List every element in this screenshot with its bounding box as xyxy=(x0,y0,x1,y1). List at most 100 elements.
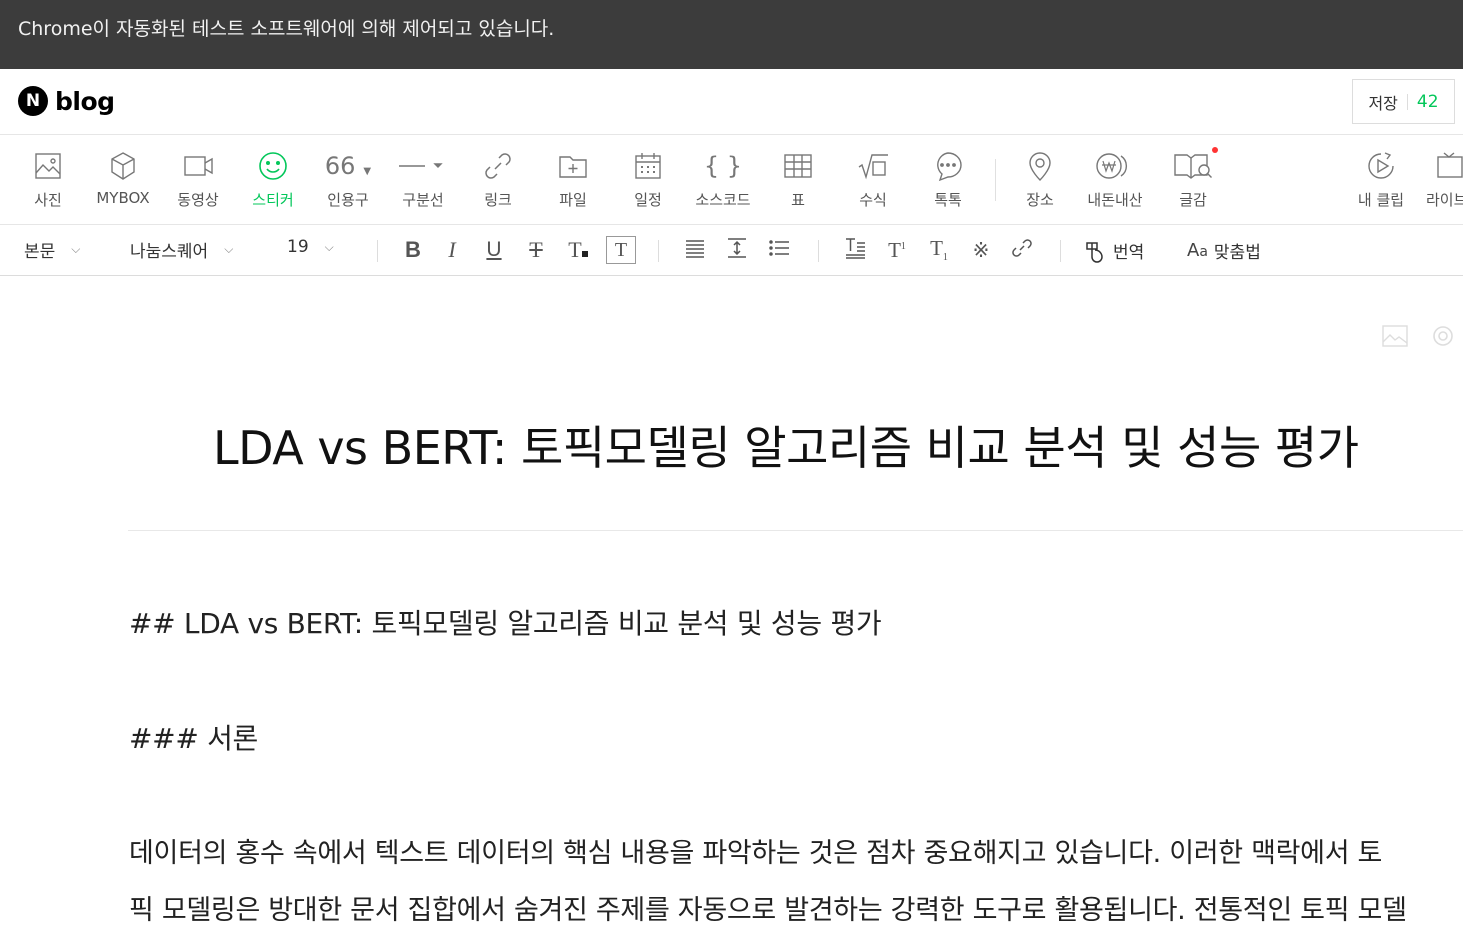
toolbar-video[interactable]: 동영상 xyxy=(158,149,238,210)
paragraph-body-line[interactable]: 데이터의 홍수 속에서 텍스트 데이터의 핵심 내용을 파악하는 것은 점차 중… xyxy=(129,831,1382,870)
strikethrough-button[interactable]: T xyxy=(521,236,551,264)
toolbar-separator xyxy=(995,159,996,201)
strikethrough-icon: T xyxy=(529,237,543,262)
title-divider xyxy=(128,530,1463,531)
talk-icon xyxy=(908,149,988,183)
align-button[interactable] xyxy=(680,236,710,264)
line-height-icon xyxy=(725,236,749,264)
chevron-down-icon: ⌵ xyxy=(71,242,81,256)
toolbar-label: 사진 xyxy=(34,191,62,209)
font-color-icon: T xyxy=(568,237,588,263)
source-code-icon: { } xyxy=(683,149,763,183)
toolbar-source-code[interactable]: { } 소스코드 xyxy=(683,149,763,210)
post-title[interactable]: LDA vs BERT: 토픽모델링 알고리즘 비교 분석 및 성능 평가 xyxy=(213,412,1359,478)
special-char-button[interactable]: ※ xyxy=(966,236,996,264)
save-button[interactable]: 저장 42 xyxy=(1352,79,1455,124)
toolbar-calendar[interactable]: 일정 xyxy=(608,149,688,210)
toolbar-live[interactable]: 라이브 xyxy=(1418,149,1463,210)
toolbar-mybox[interactable]: MYBOX xyxy=(83,149,163,207)
superscript-button[interactable]: T1 xyxy=(882,236,912,264)
toolbar-label: 소스코드 xyxy=(695,191,751,209)
file-icon xyxy=(533,149,613,183)
toolbar-label: 라이브 xyxy=(1426,191,1463,209)
toolbar-label: 내 클립 xyxy=(1357,191,1405,209)
quote-glyph: 66 xyxy=(324,152,356,180)
list-button[interactable] xyxy=(764,236,794,264)
italic-icon: I xyxy=(448,237,456,262)
toolbar-label: 구분선 xyxy=(402,191,444,209)
toolbar-material[interactable]: 글감 xyxy=(1153,149,1233,210)
mybox-icon xyxy=(83,149,163,183)
toolbar-label: 톡톡 xyxy=(934,191,962,209)
logo-text: blog xyxy=(55,86,115,116)
cover-photo-icon[interactable] xyxy=(1380,321,1410,355)
toolbar-formula[interactable]: 수식 xyxy=(833,149,913,210)
translate-label: 번역 xyxy=(1113,243,1145,263)
toolbar-photo[interactable]: 사진 xyxy=(8,149,88,210)
toolbar-quote[interactable]: 66 ▼ 인용구 xyxy=(308,149,388,210)
location-pin-icon xyxy=(1000,149,1080,183)
paragraph-style-value: 본문 xyxy=(24,242,56,262)
toolbar-file[interactable]: 파일 xyxy=(533,149,613,210)
underline-button[interactable]: U xyxy=(479,236,509,264)
draft-count[interactable]: 42 xyxy=(1417,92,1439,112)
save-separator xyxy=(1406,93,1408,110)
save-label: 저장 xyxy=(1368,93,1398,113)
link-button[interactable] xyxy=(1007,236,1037,264)
video-icon xyxy=(158,149,238,183)
infobar-text: Chrome이 자동화된 테스트 소프트웨어에 의해 제어되고 있습니다. xyxy=(18,18,555,40)
letter-spacing-button[interactable] xyxy=(840,236,870,264)
cover-settings-icon[interactable] xyxy=(1428,321,1458,355)
translate-button[interactable]: 번역 xyxy=(1083,238,1144,263)
calendar-icon xyxy=(608,149,688,183)
cover-image-controls xyxy=(1380,321,1458,355)
background-color-button[interactable]: T xyxy=(606,236,636,264)
chevron-down-icon: ⌵ xyxy=(224,242,234,256)
toolbar-label: 글감 xyxy=(1179,191,1207,209)
toolbar-review[interactable]: 내돈내산 xyxy=(1075,149,1155,210)
format-separator xyxy=(377,240,378,262)
subscript-button[interactable]: T1 xyxy=(924,236,954,264)
toolbar-label: 스티커 xyxy=(252,191,294,209)
spellcheck-label: 맞춤법 xyxy=(1213,243,1261,263)
toolbar-location[interactable]: 장소 xyxy=(1000,149,1080,210)
paragraph-style-select[interactable]: 본문 ⌵ xyxy=(24,237,80,262)
spellcheck-button[interactable]: Aa 맞춤법 xyxy=(1187,238,1261,263)
toolbar-label: 동영상 xyxy=(177,191,219,209)
italic-button[interactable]: I xyxy=(437,236,467,264)
toolbar-link[interactable]: 링크 xyxy=(458,149,538,210)
toolbar-sticker[interactable]: 스티커 xyxy=(233,149,313,210)
format-toolbar: 본문 ⌵ 나눔스퀘어 ⌵ 19 ⌵ B I U T T T T1 T1 ※ 번역… xyxy=(0,225,1463,276)
underline-icon: U xyxy=(486,238,502,261)
font-family-select[interactable]: 나눔스퀘어 ⌵ xyxy=(130,237,233,262)
special-char-icon: ※ xyxy=(972,238,990,262)
font-family-value: 나눔스퀘어 xyxy=(130,242,209,262)
font-size-select[interactable]: 19 ⌵ xyxy=(287,237,334,257)
bold-button[interactable]: B xyxy=(398,236,428,264)
letter-spacing-icon xyxy=(843,236,867,264)
paragraph-body-line[interactable]: 픽 모델링은 방대한 문서 집합에서 숨겨진 주제를 자동으로 발견하는 강력한… xyxy=(129,888,1407,927)
source-code-glyph: { } xyxy=(703,152,743,180)
translate-icon xyxy=(1086,241,1103,263)
quote-icon: 66 ▼ xyxy=(324,152,372,180)
naver-n-icon: N xyxy=(18,86,48,116)
toolbar-label: 링크 xyxy=(484,191,512,209)
toolbar-label: 인용구 xyxy=(327,191,369,209)
toolbar-talk[interactable]: 톡톡 xyxy=(908,149,988,210)
line-height-button[interactable] xyxy=(722,236,752,264)
paragraph-heading-3[interactable]: ### 서론 xyxy=(129,717,258,757)
photo-icon xyxy=(8,149,88,183)
link-icon xyxy=(458,149,538,183)
table-icon xyxy=(758,149,838,183)
toolbar-my-clip[interactable]: 내 클립 xyxy=(1341,149,1421,210)
font-color-button[interactable]: T xyxy=(563,236,593,264)
naver-blog-logo[interactable]: N blog xyxy=(18,86,115,116)
link-icon xyxy=(1010,236,1034,264)
format-separator xyxy=(1060,240,1061,262)
toolbar-divider[interactable]: 구분선 xyxy=(383,149,463,210)
paragraph-heading-2[interactable]: ## LDA vs BERT: 토픽모델링 알고리즘 비교 분석 및 성능 평가 xyxy=(129,602,882,642)
font-size-value: 19 xyxy=(287,237,309,257)
editor-canvas[interactable]: LDA vs BERT: 토픽모델링 알고리즘 비교 분석 및 성능 평가 ##… xyxy=(0,276,1463,949)
toolbar-label: 수식 xyxy=(859,191,887,209)
toolbar-table[interactable]: 표 xyxy=(758,149,838,210)
